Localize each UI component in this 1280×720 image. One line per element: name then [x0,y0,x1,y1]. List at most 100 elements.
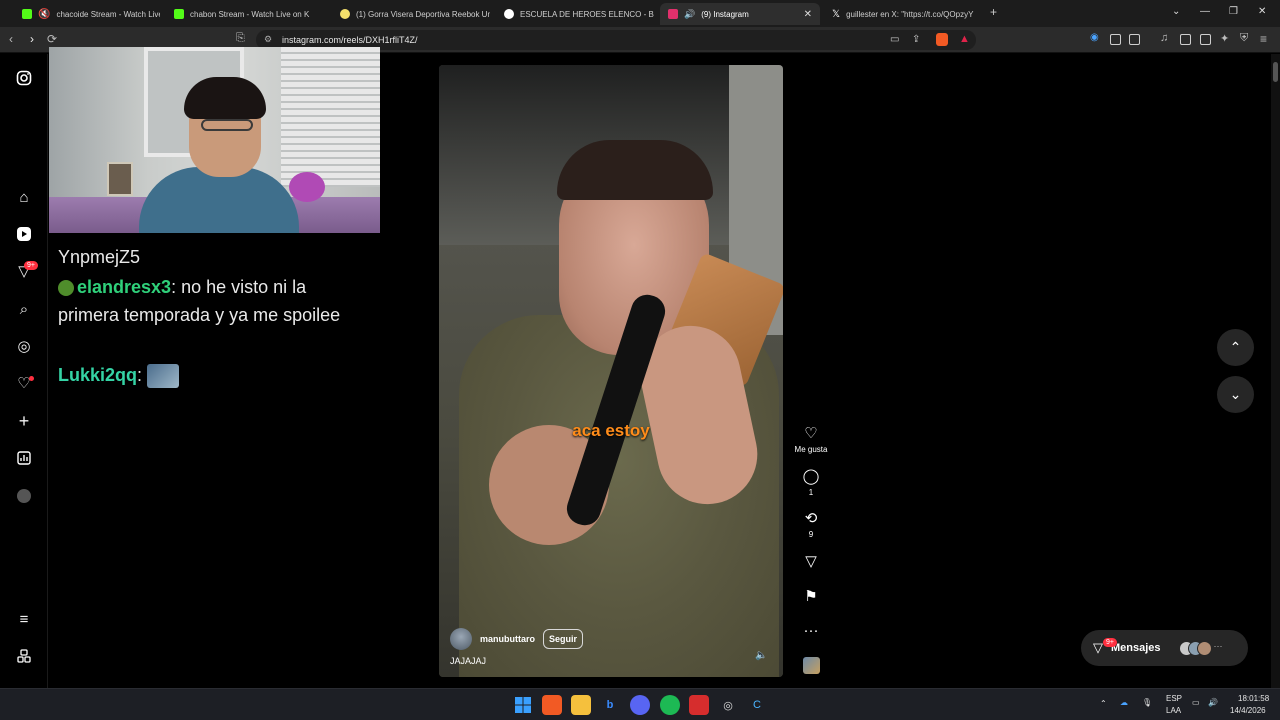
minimize-icon[interactable]: — [1200,6,1210,17]
close-tab-icon[interactable]: ✕ [804,9,812,20]
obs-icon[interactable]: ◎ [718,695,738,715]
instagram-logo-icon[interactable] [15,69,33,87]
site-info-icon[interactable]: ⚙ [264,34,272,45]
cc-icon[interactable]: C [747,695,767,715]
tab-chacoide[interactable]: 🔇 chacoide Stream - Watch Live on [14,3,160,25]
sidebar-toggle-icon[interactable] [1180,34,1191,45]
leo-icon[interactable]: ◉ [1090,32,1099,43]
webcam-overlay [49,47,380,233]
tab-escuela[interactable]: ESCUELA DE HEROES ELENCO - Busc [496,3,654,25]
back-icon[interactable]: ‹ [9,32,13,46]
brave-rewards-icon[interactable]: ▲ [959,33,970,45]
audio-button[interactable] [791,657,831,674]
chat-line: elandresx3: no he visto ni la primera te… [58,273,358,329]
like-button[interactable]: ♡ Me gusta [791,425,831,454]
kick-icon [22,9,32,19]
author-username[interactable]: manubuttaro [480,634,535,644]
search-icon[interactable]: ⌕ [15,300,33,318]
volume-icon[interactable]: 🔊 [1208,698,1218,707]
repost-button[interactable]: ⟲ 9 [791,510,831,539]
speaker-icon[interactable]: 🔊 [684,9,695,20]
network-icon[interactable]: ▭ [1192,698,1200,707]
messages-button[interactable]: ▽ 9+ Mensajes ··· [1081,630,1248,666]
author-avatar[interactable] [450,628,472,650]
cast-icon[interactable]: ▭ [890,34,899,45]
bookmark-icon: ⚑ [804,588,818,605]
chevron-down-icon[interactable]: ⌄ [1172,6,1180,17]
reel-video[interactable]: aca estoy manubuttaro Seguir JAJAJAJ 🔈 [439,65,783,677]
spotify-icon[interactable] [660,695,680,715]
reload-icon[interactable]: ⟳ [47,32,57,46]
tab-label: ESCUELA DE HEROES ELENCO - Busc [520,9,654,19]
save-button[interactable]: ⚑ [791,588,831,606]
comment-button[interactable]: ◯ 1 [791,468,831,497]
next-reel-button[interactable]: ⌄ [1217,376,1254,413]
page-scrollbar[interactable] [1271,54,1280,688]
tab-label: chabon Stream - Watch Live on K [190,9,310,19]
media-icon[interactable]: ♫ [1160,32,1168,44]
clock-time[interactable]: 18:01:58 [1238,694,1269,703]
create-icon[interactable]: + [15,411,33,431]
notifications-badge: 9+ [24,261,38,270]
tab-label: guillester en X: "https://t.co/QOpzyY [846,9,974,19]
tab-x[interactable]: 𝕏 guillester en X: "https://t.co/QOpzyY [824,3,984,25]
video-caption: aca estoy [572,421,650,440]
meta-icon[interactable] [15,647,33,665]
volume-icon[interactable]: 🔈 [755,650,767,661]
dashboard-icon[interactable] [15,449,33,467]
brave-shields-icon[interactable] [936,33,948,46]
mute-icon[interactable]: 🔇 [38,9,50,20]
badge-icon [58,280,74,297]
file-explorer-icon[interactable] [571,695,591,715]
onedrive-icon[interactable]: ☁ [1120,698,1128,707]
chat-username: Lukki2qq [58,365,138,385]
tab-gorra[interactable]: (1) Gorra Visera Deportiva Reebok Un [332,3,490,25]
ai-icon[interactable]: ✦ [1220,32,1229,45]
reels-icon[interactable] [15,225,33,243]
more-menu-icon[interactable]: ≡ [15,610,33,628]
mic-icon[interactable]: 🎙 [1142,698,1152,707]
chevron-up-icon: ⌃ [1229,339,1242,355]
tab-instagram[interactable]: 🔊 (9) Instagram ✕ [660,3,820,25]
clock-date[interactable]: 14/4/2026 [1230,706,1266,715]
language-indicator[interactable]: ESP [1166,694,1182,703]
new-tab-icon[interactable]: + [990,5,997,19]
messages-badge: 9+ [1103,638,1117,647]
vpn-icon[interactable]: ⛨ [1240,32,1248,45]
bing-icon[interactable]: b [600,695,620,715]
tab-chabon[interactable]: chabon Stream - Watch Live on K [166,3,322,25]
keyboard-layout[interactable]: LAA [1166,706,1181,715]
follow-button[interactable]: Seguir [543,629,584,649]
instagram-icon [668,9,678,19]
bookmark-icon[interactable]: ⎘ [236,32,245,45]
close-window-icon[interactable]: ✕ [1258,6,1266,17]
mercadolibre-icon [340,9,350,19]
send-icon: ▽ [805,553,817,570]
windows-taskbar: b ◎ C ⌃ ☁ 🎙 ESP LAA ▭ 🔊 18:01:58 14/4/20… [0,688,1280,720]
brave-icon[interactable] [542,695,562,715]
discord-icon[interactable] [630,695,650,715]
stream-chat-overlay: YnpmejZ5 elandresx3: no he visto ni la p… [49,233,379,403]
tray-overflow-icon[interactable]: ⌃ [1100,699,1107,708]
share-button[interactable]: ▽ [791,553,831,571]
explore-icon[interactable]: ◎ [15,337,33,355]
home-icon[interactable]: ⌂ [15,188,33,206]
restore-icon[interactable]: ❐ [1229,6,1238,17]
wallet-icon[interactable] [1129,34,1140,45]
forward-icon[interactable]: › [30,32,34,46]
tab-label: (9) Instagram [701,9,749,19]
windows-start-icon[interactable] [513,695,533,715]
crypto-wallet-icon[interactable] [1200,34,1211,45]
menu-icon[interactable]: ≡ [1260,32,1267,46]
extensions-icon[interactable] [1110,34,1121,45]
chat-separator: : [137,365,143,385]
reel-description: JAJAJAJ [450,656,487,666]
game-icon[interactable] [689,695,709,715]
chat-line: YnpmejZ5 [58,243,358,271]
previous-reel-button[interactable]: ⌃ [1217,329,1254,366]
share-icon[interactable]: ⇪ [912,34,920,45]
profile-avatar[interactable] [15,487,33,505]
audio-thumbnail [802,657,820,674]
more-options-button[interactable]: ··· [791,622,831,640]
messages-label: Mensajes [1111,642,1161,654]
